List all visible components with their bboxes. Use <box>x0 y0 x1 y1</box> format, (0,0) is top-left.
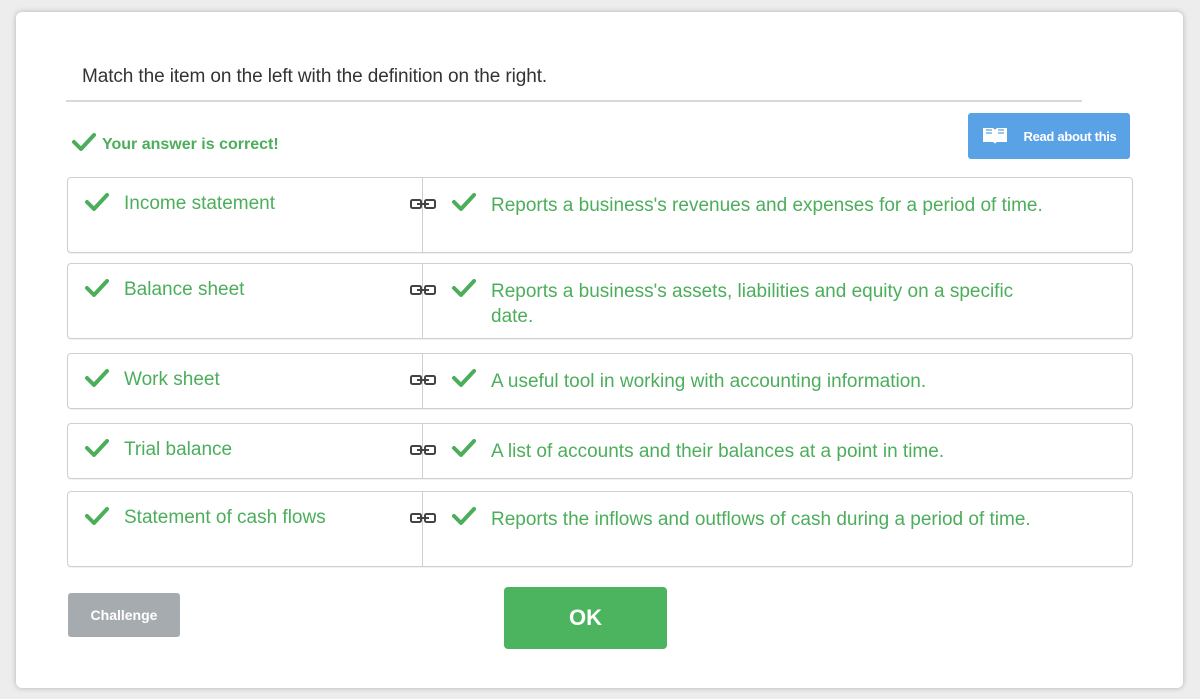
link-icon <box>410 197 436 215</box>
row-divider <box>422 178 423 252</box>
divider <box>66 100 1082 102</box>
checkmark-icon <box>84 506 110 531</box>
match-row: Income statement Reports a business's re… <box>67 177 1133 253</box>
match-row: Statement of cash flows Reports the infl… <box>67 491 1133 567</box>
match-row: Balance sheet Reports a business's asset… <box>67 263 1133 339</box>
match-row: Trial balance A list of accounts and the… <box>67 423 1133 479</box>
definition-label[interactable]: Reports a business's assets, liabilities… <box>491 279 1051 329</box>
feedback-message: Your answer is correct! <box>72 132 279 157</box>
checkmark-icon <box>451 438 477 463</box>
checkmark-icon <box>84 438 110 463</box>
checkmark-icon <box>451 506 477 531</box>
match-row: Work sheet A useful tool in working with… <box>67 353 1133 409</box>
book-icon <box>981 125 1009 148</box>
row-divider <box>422 264 423 338</box>
link-icon <box>410 373 436 391</box>
term-label[interactable]: Statement of cash flows <box>124 507 326 529</box>
read-about-this-button[interactable]: Read about this <box>968 113 1130 159</box>
challenge-button[interactable]: Challenge <box>68 593 180 637</box>
checkmark-icon <box>84 278 110 303</box>
row-divider <box>422 492 423 566</box>
ok-button[interactable]: OK <box>504 587 667 649</box>
read-about-this-label: Read about this <box>1023 128 1117 144</box>
term-label[interactable]: Balance sheet <box>124 279 244 301</box>
term-label[interactable]: Trial balance <box>124 439 232 461</box>
instruction-text: Match the item on the left with the defi… <box>82 66 548 87</box>
checkmark-icon <box>451 278 477 303</box>
link-icon <box>410 511 436 529</box>
checkmark-icon <box>451 192 477 217</box>
checkmark-icon <box>84 368 110 393</box>
definition-label[interactable]: A list of accounts and their balances at… <box>491 439 1051 464</box>
feedback-text: Your answer is correct! <box>102 135 279 153</box>
definition-label[interactable]: Reports the inflows and outflows of cash… <box>491 507 1051 532</box>
checkmark-icon <box>84 192 110 217</box>
checkmark-icon <box>451 368 477 393</box>
term-label[interactable]: Income statement <box>124 193 275 215</box>
link-icon <box>410 443 436 461</box>
term-label[interactable]: Work sheet <box>124 369 220 391</box>
checkmark-icon <box>72 132 96 157</box>
link-icon <box>410 283 436 301</box>
exercise-card: Match the item on the left with the defi… <box>16 12 1183 688</box>
definition-label[interactable]: A useful tool in working with accounting… <box>491 369 1051 394</box>
definition-label[interactable]: Reports a business's revenues and expens… <box>491 193 1051 218</box>
